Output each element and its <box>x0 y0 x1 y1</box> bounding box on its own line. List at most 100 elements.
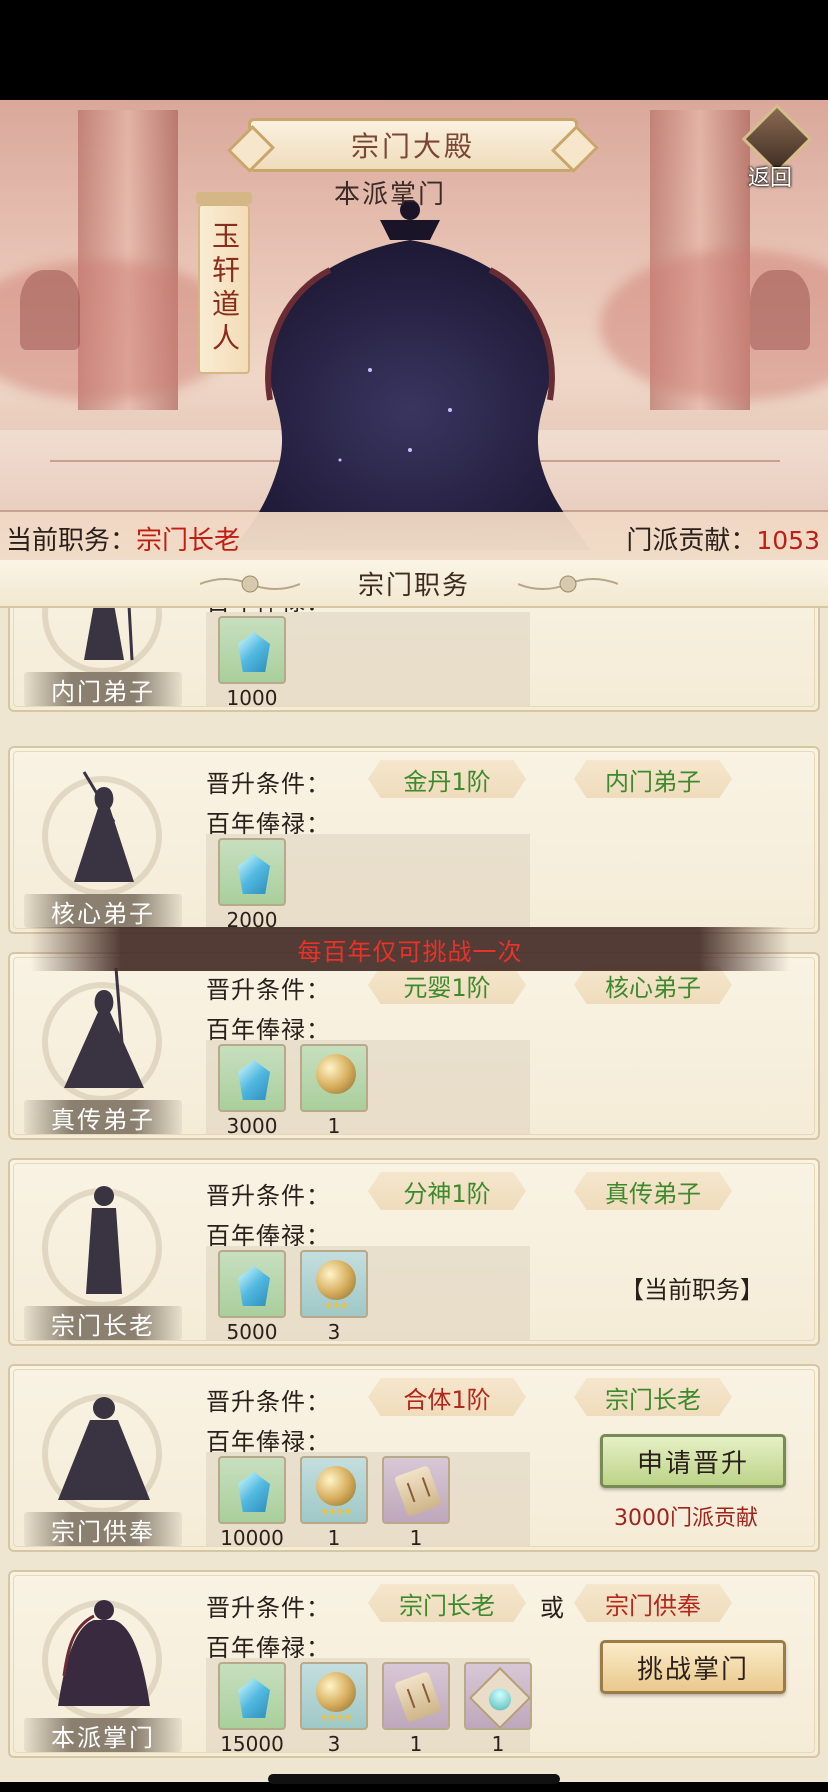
section-header: 宗门职务 <box>0 560 828 608</box>
requirement-tag: 合体1阶 <box>368 1378 526 1416</box>
rank-name: 内门弟子 <box>51 677 155 706</box>
requirement-tag: 内门弟子 <box>574 760 732 798</box>
promote-label: 晋升条件： <box>206 1594 331 1622</box>
reward-count: 1 <box>491 1732 505 1756</box>
rank-portrait: 宗门供奉 <box>24 1374 182 1550</box>
jade-plate-icon <box>468 1666 530 1728</box>
current-role-label: 当前职务： <box>6 526 137 556</box>
reward-item[interactable]: 1 <box>382 1456 450 1550</box>
scroll-icon <box>393 1465 443 1517</box>
reward-count: 1 <box>327 1526 341 1550</box>
rank-name: 真传弟子 <box>51 1105 155 1134</box>
sect-contribution-label: 门派贡献： <box>626 526 757 556</box>
rank-list[interactable]: 内门弟子 百年俸禄： 1000 核心弟子 晋升条件： 金丹1阶 内门弟子 百年俸… <box>0 608 828 1782</box>
hall-title: 宗门大殿 <box>350 130 475 163</box>
current-role: 当前职务：宗门长老 <box>6 520 240 557</box>
spirit-crystal-icon <box>238 632 270 672</box>
gold-orb-icon <box>316 1260 356 1300</box>
sect-hall-scene: 宗门大殿 本派掌门 玉轩道人 返回 <box>0 100 828 560</box>
spirit-crystal-icon <box>238 1678 270 1718</box>
sect-elder-silhouette-icon <box>86 1186 122 1294</box>
reward-item[interactable]: 2000 <box>218 838 286 932</box>
reward-item[interactable]: ★★★★ 1 <box>300 1456 368 1550</box>
promotion-cost: 3000门派贡献 <box>614 1506 758 1531</box>
rank-portrait: 真传弟子 <box>24 962 182 1138</box>
player-status-bar: 当前职务：宗门长老 门派贡献：1053 <box>0 512 828 560</box>
reward-item[interactable]: 3000 <box>218 1044 286 1138</box>
leader-name: 玉轩道人 <box>208 221 241 357</box>
requirement-tag: 宗门供奉 <box>574 1584 732 1622</box>
hall-title-plate: 宗门大殿 <box>248 118 578 172</box>
rank-portrait: 内门弟子 <box>24 608 182 710</box>
reward-count: 3 <box>327 1732 341 1756</box>
spirit-crystal-icon <box>238 1060 270 1100</box>
requirement-tag: 分神1阶 <box>368 1172 526 1210</box>
challenge-notice-text: 每百年仅可挑战一次 <box>297 937 523 966</box>
requirement-tag: 金丹1阶 <box>368 760 526 798</box>
reward-count: 3 <box>327 1320 341 1344</box>
taiji-ornament-icon <box>518 575 618 593</box>
current-position-tag: 【当前职务】 <box>620 1276 764 1304</box>
reward-item[interactable]: 1 <box>300 1044 368 1138</box>
reward-count: 1000 <box>226 686 278 710</box>
rank-name: 宗门供奉 <box>51 1517 155 1546</box>
rank-name: 宗门长老 <box>51 1311 155 1340</box>
apply-promotion-button[interactable]: 申请晋升 <box>600 1434 786 1488</box>
requirement-tag: 宗门长老 <box>368 1584 526 1622</box>
requirement-tag: 真传弟子 <box>574 1172 732 1210</box>
rank-portrait: 宗门长老 <box>24 1168 182 1344</box>
rank-portrait: 核心弟子 <box>24 756 182 932</box>
rank-name: 核心弟子 <box>51 899 155 928</box>
gold-orb-icon <box>316 1672 356 1712</box>
reward-item[interactable]: ★★★ 3 <box>300 1250 368 1344</box>
reward-count: 3000 <box>226 1114 278 1138</box>
reward-count: 15000 <box>220 1732 284 1756</box>
scroll-icon <box>393 1671 443 1723</box>
inner-disciple-silhouette-icon <box>84 608 134 661</box>
gold-orb-icon <box>316 1466 356 1506</box>
section-title: 宗门职务 <box>357 570 470 601</box>
reward-count: 1 <box>409 1732 423 1756</box>
reward-item[interactable]: 10000 <box>218 1456 286 1550</box>
rank-card-inner-disciple: 内门弟子 百年俸禄： 1000 <box>8 608 820 712</box>
reward-item[interactable]: 5000 <box>218 1250 286 1344</box>
taiji-ornament-icon <box>200 575 300 593</box>
rank-card-core-disciple: 核心弟子 晋升条件： 金丹1阶 内门弟子 百年俸禄： 2000 <box>8 746 820 934</box>
rank-portrait: 本派掌门 <box>24 1580 182 1756</box>
rank-card-true-disciple: 真传弟子 晋升条件： 元婴1阶 核心弟子 百年俸禄： 3000 1 <box>8 952 820 1140</box>
reward-count: 5000 <box>226 1320 278 1344</box>
reward-count: 10000 <box>220 1526 284 1550</box>
sect-patron-silhouette-icon <box>58 1397 150 1500</box>
spirit-crystal-icon <box>238 854 270 894</box>
reward-count: 1 <box>327 1114 341 1138</box>
rank-card-sect-leader: 本派掌门 晋升条件： 宗门长老 或 宗门供奉 百年俸禄： 15000 ★★★★ … <box>8 1570 820 1758</box>
promote-label: 晋升条件： <box>206 1388 331 1416</box>
promote-label: 晋升条件： <box>206 770 331 798</box>
reward-item[interactable]: 1 <box>464 1662 532 1756</box>
challenge-leader-button[interactable]: 挑战掌门 <box>600 1640 786 1694</box>
reward-item[interactable]: 1000 <box>218 616 286 710</box>
spirit-crystal-icon <box>238 1472 270 1512</box>
reward-item[interactable]: 15000 <box>218 1662 286 1756</box>
challenge-notice-banner: 每百年仅可挑战一次 <box>30 927 790 971</box>
crane-statue-right <box>750 270 810 350</box>
rank-name: 本派掌门 <box>51 1723 155 1752</box>
leader-rank-title: 本派掌门 <box>334 180 447 210</box>
requirement-tag: 核心弟子 <box>574 966 732 1004</box>
or-text: 或 <box>540 1594 564 1622</box>
true-disciple-silhouette-icon <box>64 968 144 1088</box>
gold-orb-icon <box>316 1054 356 1094</box>
spirit-crystal-icon <box>238 1266 270 1306</box>
rank-card-sect-patron: 宗门供奉 晋升条件： 合体1阶 宗门长老 百年俸禄： 10000 ★★★★ 1 … <box>8 1364 820 1552</box>
rank-card-sect-elder: 宗门长老 晋升条件： 分神1阶 真传弟子 百年俸禄： 5000 ★★★ 3 【当… <box>8 1158 820 1346</box>
sect-contribution: 门派贡献：1053 <box>626 520 820 557</box>
reward-item[interactable]: 1 <box>382 1662 450 1756</box>
promote-label: 晋升条件： <box>206 1182 331 1210</box>
back-button[interactable]: 返回 <box>738 103 818 191</box>
reward-item[interactable]: ★★★★ 3 <box>300 1662 368 1756</box>
requirement-tag: 元婴1阶 <box>368 966 526 1004</box>
reward-count: 1 <box>409 1526 423 1550</box>
sect-leader-silhouette-icon <box>58 1600 150 1706</box>
core-disciple-silhouette-icon <box>74 771 134 882</box>
sect-leader-silhouette <box>230 200 590 550</box>
